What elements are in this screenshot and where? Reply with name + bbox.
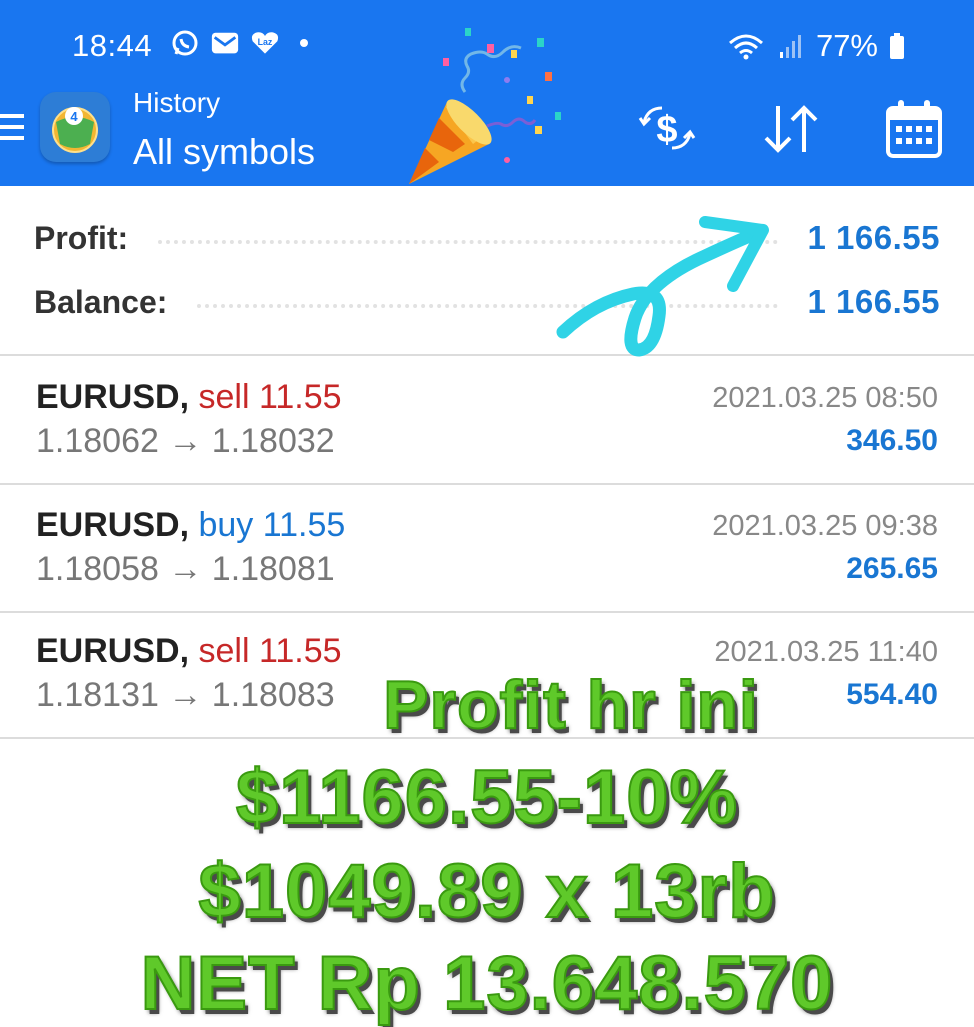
status-time: 18:44 bbox=[72, 28, 153, 63]
account-summary: Profit: 1 166.55 Balance: 1 166.55 bbox=[0, 186, 974, 356]
status-notification-icons: Laz bbox=[170, 28, 308, 58]
trade-volume: 11.55 bbox=[258, 632, 342, 670]
overlay-line-4: NET Rp 13.648.570 bbox=[140, 940, 834, 1027]
svg-text:Laz: Laz bbox=[258, 37, 273, 47]
trade-side: sell bbox=[198, 378, 250, 416]
profit-value: 1 166.55 bbox=[807, 219, 940, 256]
trade-prices: 1.18058 → 1.18081 bbox=[36, 550, 335, 588]
profit-label: Profit: bbox=[34, 219, 129, 256]
trade-symbol: EURUSD, bbox=[36, 632, 190, 670]
app-bar: 18:44 Laz 77% 4 History All symbols $ bbox=[0, 0, 974, 186]
trade-side: sell bbox=[198, 632, 250, 670]
overlay-line-1: Profit hr ini bbox=[382, 666, 759, 744]
currency-exchange-icon[interactable]: $ bbox=[634, 98, 700, 160]
mail-icon bbox=[210, 28, 240, 58]
trade-prices: 1.18062 → 1.18032 bbox=[36, 422, 335, 460]
trade-symbol: EURUSD, bbox=[36, 506, 190, 544]
symbol-filter-title[interactable]: All symbols bbox=[133, 131, 315, 173]
party-popper-icon bbox=[395, 20, 585, 190]
whatsapp-icon bbox=[170, 28, 200, 58]
battery-icon bbox=[888, 31, 906, 61]
overlay-line-2: $1166.55-10% bbox=[235, 754, 739, 841]
trade-title: EURUSD, buy 11.55 bbox=[36, 506, 345, 545]
profit-row: Profit: 1 166.55 bbox=[34, 216, 940, 260]
calendar-icon[interactable] bbox=[882, 98, 948, 160]
svg-text:$: $ bbox=[656, 109, 677, 151]
mt4-logo-icon: 4 bbox=[40, 92, 110, 162]
balance-label: Balance: bbox=[34, 283, 168, 320]
dotted-leader bbox=[197, 304, 778, 308]
dotted-leader bbox=[158, 240, 778, 244]
lazada-icon: Laz bbox=[250, 28, 280, 58]
trade-row[interactable]: EURUSD, sell 11.55 1.18062 → 1.18032 2021.… bbox=[0, 356, 974, 485]
balance-value: 1 166.55 bbox=[807, 283, 940, 320]
signal-icon bbox=[776, 31, 806, 61]
balance-row: Balance: 1 166.55 bbox=[34, 280, 940, 324]
trade-time: 2021.03.25 11:40 bbox=[714, 636, 938, 668]
screen-subtitle: History bbox=[133, 87, 221, 118]
menu-icon[interactable] bbox=[0, 114, 24, 146]
trade-volume: 11.55 bbox=[262, 506, 346, 544]
trade-side: buy bbox=[198, 506, 254, 544]
trade-title: EURUSD, sell 11.55 bbox=[36, 378, 342, 417]
wifi-icon bbox=[726, 31, 766, 61]
trade-time: 2021.03.25 09:38 bbox=[712, 510, 938, 542]
trade-symbol: EURUSD, bbox=[36, 378, 190, 416]
svg-text:4: 4 bbox=[70, 109, 78, 124]
battery-percent: 77% bbox=[815, 28, 878, 63]
sort-icon[interactable] bbox=[758, 98, 824, 160]
trade-profit: 265.65 bbox=[846, 552, 938, 585]
trade-volume: 11.55 bbox=[258, 378, 342, 416]
more-notifications-dot bbox=[300, 39, 308, 47]
status-system: 77% bbox=[726, 28, 906, 64]
trade-row[interactable]: EURUSD, buy 11.55 1.18058 → 1.18081 2021.0… bbox=[0, 484, 974, 613]
trade-profit: 346.50 bbox=[846, 424, 938, 457]
trade-time: 2021.03.25 08:50 bbox=[712, 382, 938, 414]
overlay-line-3: $1049.89 x 13rb bbox=[197, 848, 776, 935]
